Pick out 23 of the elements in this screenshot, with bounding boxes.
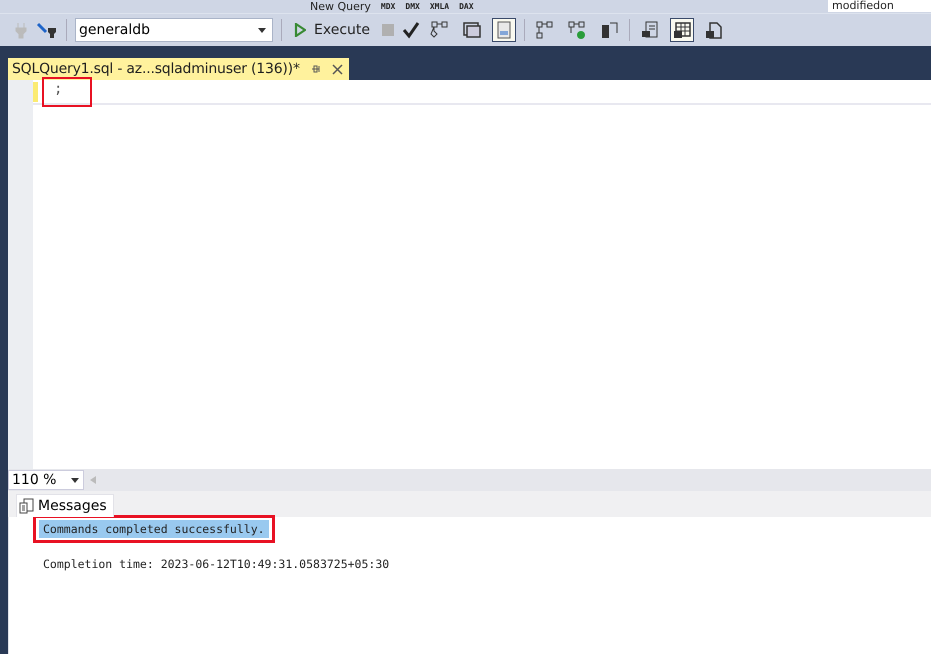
document-icon (19, 498, 35, 514)
check-icon[interactable] (402, 21, 420, 39)
toolbar-badge[interactable]: XMLA (430, 2, 450, 11)
results-grid-icon[interactable] (670, 18, 694, 42)
connection-icon[interactable] (36, 20, 58, 40)
toolbar-badge[interactable]: DAX (459, 2, 474, 11)
new-query-button[interactable]: New Query (310, 0, 371, 12)
toolbar-badge[interactable]: DMX (405, 2, 420, 11)
pin-icon[interactable] (310, 63, 322, 75)
play-icon (294, 23, 306, 37)
close-icon[interactable] (332, 64, 343, 74)
messages-tab[interactable]: Messages (16, 494, 114, 517)
message-text: Commands completed successfully. (39, 520, 269, 538)
toolbar-badge[interactable]: MDX (380, 2, 396, 11)
message-text: Completion time: 2023-06-12T10:49:31.0583725+05:30 (42, 556, 390, 573)
execute-button[interactable]: Execute (290, 20, 374, 40)
code-line: ; (44, 78, 90, 104)
form-icon[interactable] (492, 18, 516, 42)
database-dropdown[interactable]: generaldb (75, 18, 273, 42)
search-field[interactable]: modifiedon (828, 0, 931, 12)
change-marker (33, 82, 38, 102)
zoom-dropdown[interactable]: 110 % (8, 470, 84, 490)
document-tab[interactable]: SQLQuery1.sql - az...sqladminuser (136))* (8, 58, 349, 80)
